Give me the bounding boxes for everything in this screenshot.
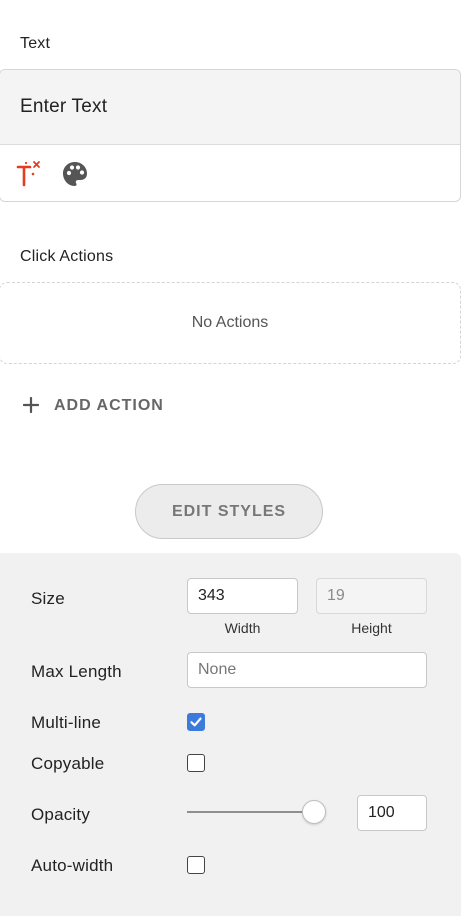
height-input[interactable]: 19 [316, 578, 427, 614]
opacity-label: Opacity [31, 805, 91, 824]
opacity-slider-track[interactable] [187, 811, 317, 813]
text-toolbar [0, 145, 460, 201]
plus-icon [22, 394, 40, 418]
text-section-label: Text [20, 35, 51, 52]
multi-line-checkbox[interactable] [187, 713, 205, 731]
max-length-input[interactable]: None [187, 652, 427, 688]
actions-list: No Actions [0, 282, 461, 364]
width-input[interactable]: 343 [187, 578, 298, 614]
edit-styles-button[interactable]: EDIT STYLES [135, 484, 323, 539]
copyable-label: Copyable [31, 754, 105, 773]
click-actions-label: Click Actions [20, 248, 114, 265]
max-length-label: Max Length [31, 662, 122, 681]
text-effects-icon[interactable] [14, 159, 44, 189]
size-label: Size [31, 589, 65, 608]
width-caption: Width [224, 620, 261, 636]
palette-icon[interactable] [60, 159, 90, 189]
text-input[interactable]: Enter Text [0, 70, 460, 145]
no-actions-text: No Actions [191, 314, 269, 331]
multi-line-label: Multi-line [31, 713, 102, 732]
add-action-button[interactable]: ADD ACTION [22, 393, 164, 419]
opacity-input[interactable]: 100 [357, 795, 427, 831]
text-editor: Enter Text [0, 69, 461, 202]
add-action-label: ADD ACTION [54, 397, 164, 414]
checkmark-icon [190, 717, 202, 727]
copyable-checkbox[interactable] [187, 754, 205, 772]
auto-width-checkbox[interactable] [187, 856, 205, 874]
auto-width-label: Auto-width [31, 856, 114, 875]
height-caption: Height [351, 620, 392, 636]
opacity-slider-handle[interactable] [302, 800, 326, 824]
